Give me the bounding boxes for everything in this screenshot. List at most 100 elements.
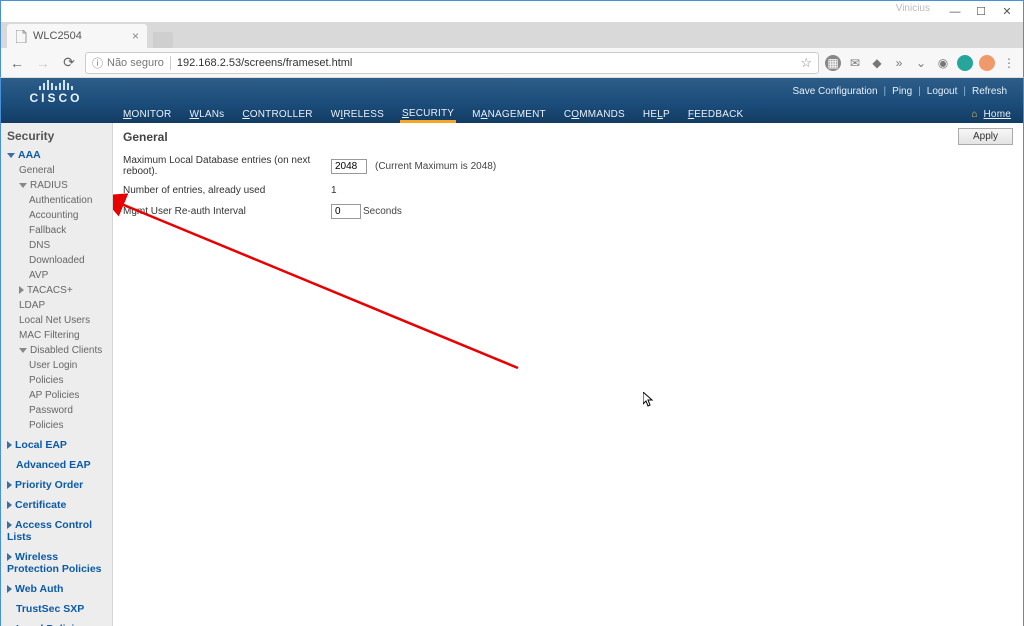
ping-link[interactable]: Ping [892, 86, 912, 97]
sidebar-item-trustsec[interactable]: TrustSec SXP [7, 603, 106, 615]
row-entries-used: Number of entries, already used 1 [123, 185, 1013, 196]
window-maximize-button[interactable]: ☐ [969, 3, 993, 21]
body-row: Security AAA General RADIUS Authenticati… [1, 123, 1023, 626]
nav-monitor[interactable]: MONITOR [121, 106, 173, 123]
nav-management[interactable]: MANAGEMENT [470, 106, 548, 123]
caret-open-icon [19, 348, 27, 353]
browser-toolbar: ← → ⟳ ⓘ Não seguro 192.168.2.53/screens/… [0, 48, 1024, 78]
sidebar-item-aaa[interactable]: AAA [7, 149, 106, 161]
sidebar-item-downloaded-avp[interactable]: Downloaded AVP [7, 253, 106, 283]
apply-button[interactable]: Apply [958, 128, 1013, 145]
home-link-wrap: ⌂ Home [971, 106, 1023, 123]
extension-icons: ▦ ✉ ◆ » ⌄ ◉ ⋮ [825, 55, 1017, 71]
ext-icon-mail[interactable]: ✉ [847, 55, 863, 71]
sidebar-item-advanced-eap[interactable]: Advanced EAP [7, 459, 106, 471]
ext-icon-diamond[interactable]: ◆ [869, 55, 885, 71]
sidebar-item-mac-filtering[interactable]: MAC Filtering [7, 328, 106, 343]
sidebar-item-authentication[interactable]: Authentication [7, 193, 106, 208]
label-max-db-entries: Maximum Local Database entries (on next … [123, 155, 323, 177]
ext-icon-shield[interactable]: ◉ [935, 55, 951, 71]
sidebar-item-local-net-users[interactable]: Local Net Users [7, 313, 106, 328]
sidebar-item-radius[interactable]: RADIUS [7, 178, 106, 193]
nav-reload-button[interactable]: ⟳ [59, 53, 79, 73]
sidebar-item-dns[interactable]: DNS [7, 238, 106, 253]
browser-menu-icon[interactable]: ⋮ [1001, 55, 1017, 71]
refresh-link[interactable]: Refresh [972, 86, 1007, 97]
sidebar-item-wireless-protection[interactable]: Wireless Protection Policies [7, 551, 106, 575]
logout-link[interactable]: Logout [927, 86, 958, 97]
input-max-db-entries[interactable] [331, 159, 367, 174]
sidebar-item-priority-order[interactable]: Priority Order [7, 479, 106, 491]
value-entries-used: 1 [331, 185, 367, 196]
sidebar-item-local-eap[interactable]: Local EAP [7, 439, 106, 451]
caret-open-icon [7, 153, 15, 158]
main-panel: General Apply Maximum Local Database ent… [113, 123, 1023, 626]
sidebar-item-ldap[interactable]: LDAP [7, 298, 106, 313]
nav-security[interactable]: SECURITY [400, 105, 456, 123]
sidebar-item-fallback[interactable]: Fallback [7, 223, 106, 238]
nav-back-button[interactable]: ← [7, 53, 27, 73]
caret-closed-icon [7, 441, 12, 449]
label-reauth-interval: Mgmt User Re-auth Interval [123, 206, 323, 217]
home-link[interactable]: Home [982, 106, 1013, 123]
nav-wlans[interactable]: WLANs [187, 106, 226, 123]
sidebar-item-disabled-clients[interactable]: Disabled Clients [7, 343, 106, 358]
main-nav: MONITOR WLANs CONTROLLER WIRELESS SECURI… [1, 105, 1023, 123]
input-reauth-interval[interactable] [331, 204, 361, 219]
caret-closed-icon [7, 585, 12, 593]
ext-icon-avatar-1[interactable] [957, 55, 973, 71]
row-reauth-interval: Mgmt User Re-auth Interval Seconds [123, 204, 1013, 219]
caret-closed-icon [7, 521, 12, 529]
insecure-label: Não seguro [107, 57, 164, 69]
save-configuration-link[interactable]: Save Configuration [792, 86, 877, 97]
new-tab-button[interactable] [153, 32, 173, 48]
mouse-cursor-icon [643, 392, 655, 411]
sidebar-item-general[interactable]: General [7, 163, 106, 178]
sidebar-item-web-auth[interactable]: Web Auth [7, 583, 106, 595]
address-bar[interactable]: ⓘ Não seguro 192.168.2.53/screens/frames… [85, 52, 819, 74]
browser-tab[interactable]: WLC2504 × [7, 24, 147, 48]
browser-tab-strip: WLC2504 × [0, 22, 1024, 48]
caret-closed-icon [19, 286, 24, 294]
caret-closed-icon [7, 501, 12, 509]
nav-help[interactable]: HELP [641, 106, 672, 123]
nav-feedback[interactable]: FEEDBACK [686, 106, 746, 123]
sidebar-item-certificate[interactable]: Certificate [7, 499, 106, 511]
nav-commands[interactable]: COMMANDS [562, 106, 627, 123]
window-username: Vinicius [896, 3, 930, 14]
info-icon: ⓘ [92, 55, 103, 71]
annotation-arrow-icon [113, 123, 1023, 623]
tab-close-icon[interactable]: × [132, 29, 139, 43]
nav-forward-button[interactable]: → [33, 53, 53, 73]
sidebar-item-tacacs[interactable]: TACACS+ [7, 283, 106, 298]
sidebar: Security AAA General RADIUS Authenticati… [1, 123, 113, 626]
caret-closed-icon [7, 553, 12, 561]
sidebar-item-ap-policies[interactable]: AP Policies [7, 388, 106, 403]
sidebar-item-user-login-policies[interactable]: User Login Policies [7, 358, 106, 388]
cisco-logo: CISCO [1, 78, 111, 105]
row-max-db-entries: Maximum Local Database entries (on next … [123, 155, 1013, 177]
sidebar-item-accounting[interactable]: Accounting [7, 208, 106, 223]
ext-icon-chevrons[interactable]: » [891, 55, 907, 71]
ext-icon-pocket[interactable]: ⌄ [913, 55, 929, 71]
window-minimize-button[interactable]: — [943, 3, 967, 21]
nav-controller[interactable]: CONTROLLER [240, 106, 314, 123]
bookmark-star-icon[interactable]: ☆ [800, 55, 812, 71]
home-icon: ⌂ [971, 109, 977, 120]
window-close-button[interactable]: ✕ [995, 3, 1019, 21]
sidebar-item-acl[interactable]: Access Control Lists [7, 519, 106, 543]
nav-wireless[interactable]: WIRELESS [329, 106, 386, 123]
window-titlebar: Vinicius — ☐ ✕ [0, 0, 1024, 22]
browser-tab-title: WLC2504 [33, 30, 82, 42]
page-icon [15, 30, 27, 42]
addr-separator [170, 56, 171, 70]
ext-icon-avatar-2[interactable] [979, 55, 995, 71]
ext-icon-1[interactable]: ▦ [825, 55, 841, 71]
page-title: General [123, 130, 168, 144]
note-current-maximum: (Current Maximum is 2048) [375, 161, 496, 172]
label-entries-used: Number of entries, already used [123, 185, 323, 196]
cisco-logo-bars-icon [39, 78, 73, 90]
sidebar-item-password-policies[interactable]: Password Policies [7, 403, 106, 433]
caret-closed-icon [7, 481, 12, 489]
insecure-indicator[interactable]: ⓘ Não seguro [92, 55, 164, 71]
